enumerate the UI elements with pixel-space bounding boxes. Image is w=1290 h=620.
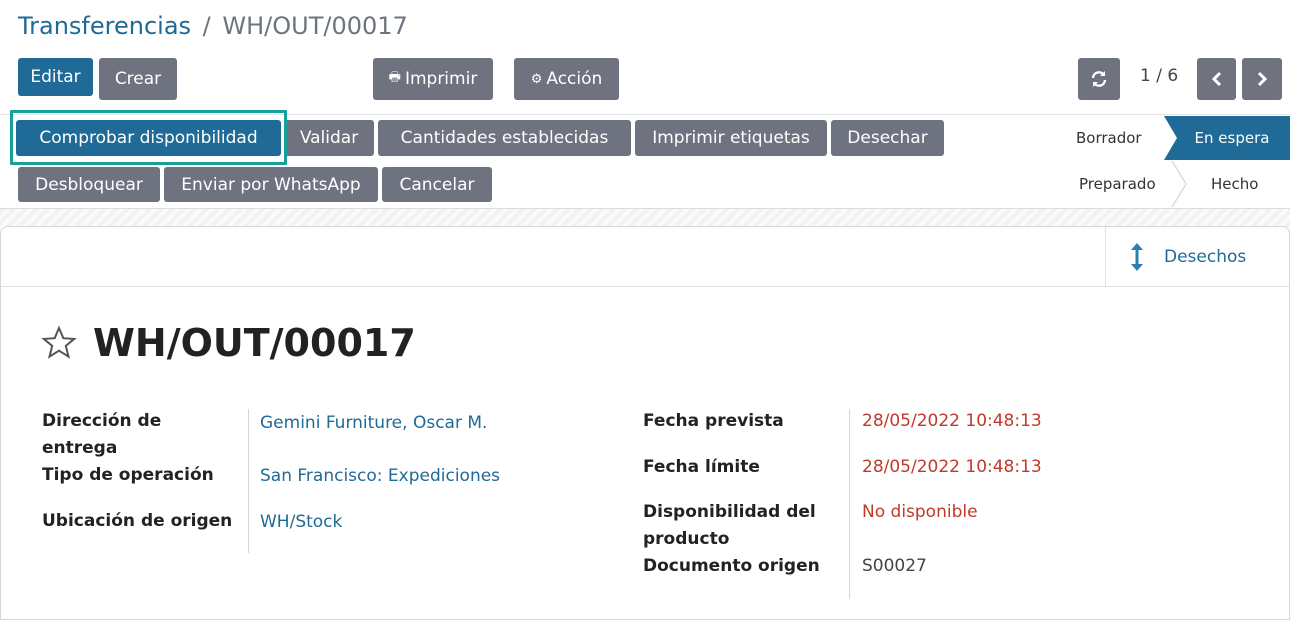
source-location-value[interactable]: WH/Stock [260,509,342,536]
delivery-address-value[interactable]: Gemini Furniture, Oscar M. [260,410,487,437]
operation-type-label: Tipo de operación [42,465,214,485]
breadcrumb-current: WH/OUT/00017 [222,12,408,40]
deadline-value[interactable]: 28/05/2022 10:48:13 [862,454,1042,481]
scheduled-date-label: Fecha prevista [643,411,784,431]
create-button[interactable]: Crear [99,58,177,100]
print-icon: 🖶 [388,70,401,85]
edit-button[interactable]: Editar [18,58,93,96]
action-dropdown-button[interactable]: ⚙ Acción [514,58,619,100]
action-button-label: Acción [546,69,603,89]
refresh-icon [1091,71,1107,87]
scrap-button[interactable]: Desechar [831,120,944,156]
breadcrumb: Transferencias / WH/OUT/00017 [18,12,408,40]
left-group-divider [248,409,249,553]
statusbar: Comprobar disponibilidad Validar Cantida… [0,115,1290,209]
check-availability-button[interactable]: Comprobar disponibilidad [16,120,281,156]
validate-button[interactable]: Validar [284,120,374,156]
pager-next-button[interactable] [1242,58,1282,100]
vertical-arrows-icon [1131,243,1143,271]
reload-button[interactable] [1078,58,1120,100]
cancel-label: Cancelar [399,174,475,195]
smart-button-box: Desechos [1,227,1289,287]
unlock-button[interactable]: Desbloquear [18,167,160,202]
breadcrumb-separator: / [202,12,211,40]
source-document-value[interactable]: S00027 [862,553,927,580]
status-separator-chevron [1171,161,1187,207]
print-button-label: Imprimir [404,69,478,89]
pager-previous-button[interactable] [1197,58,1236,100]
send-whatsapp-label: Enviar por WhatsApp [181,174,361,195]
delivery-address-label: Dirección de entrega [42,411,162,458]
record-title: WH/OUT/00017 [93,321,416,365]
form-sheet: Desechos WH/OUT/00017 Dirección de entre… [0,226,1290,620]
status-draft: Borrador [1076,129,1142,147]
deadline-label: Fecha límite [643,457,760,477]
control-panel: Transferencias / WH/OUT/00017 Editar Cre… [0,0,1290,112]
create-button-label: Crear [114,69,162,89]
set-quantities-label: Cantidades establecidas [400,128,609,148]
send-whatsapp-button[interactable]: Enviar por WhatsApp [164,167,378,202]
star-icon[interactable] [41,325,77,361]
right-group-divider [849,409,850,599]
source-document-label: Documento origen [643,556,820,576]
status-waiting-active: En espera [1164,116,1290,160]
product-availability-value: No disponible [862,502,978,522]
scrap-label: Desechar [847,128,928,148]
status-done: Hecho [1211,175,1259,193]
unlock-label: Desbloquear [35,174,143,195]
record-title-row: WH/OUT/00017 [41,321,416,365]
pager-value[interactable]: 1 / 6 [1140,66,1178,86]
cancel-button[interactable]: Cancelar [382,167,492,202]
breadcrumb-parent-link[interactable]: Transferencias [18,12,191,40]
scraps-smart-button-label: Desechos [1164,247,1247,267]
scraps-smart-button[interactable]: Desechos [1105,227,1289,287]
operation-type-value[interactable]: San Francisco: Expediciones [260,463,500,490]
status-ready: Preparado [1079,175,1156,193]
scheduled-date-value[interactable]: 28/05/2022 10:48:13 [862,408,1042,435]
chevron-left-icon [1211,71,1221,87]
print-dropdown-button[interactable]: 🖶 Imprimir [373,58,493,100]
source-location-label: Ubicación de origen [42,511,233,531]
gear-icon: ⚙ [530,71,543,87]
chevron-right-icon [1257,71,1268,87]
status-waiting-label: En espera [1194,129,1270,147]
product-availability-label: Disponibilidad del producto [643,502,816,549]
print-labels-label: Imprimir etiquetas [652,128,810,148]
validate-label: Validar [299,128,359,148]
print-labels-button[interactable]: Imprimir etiquetas [635,120,827,156]
set-quantities-button[interactable]: Cantidades establecidas [378,120,631,156]
check-availability-label: Comprobar disponibilidad [39,128,258,148]
edit-button-label: Editar [30,67,81,87]
